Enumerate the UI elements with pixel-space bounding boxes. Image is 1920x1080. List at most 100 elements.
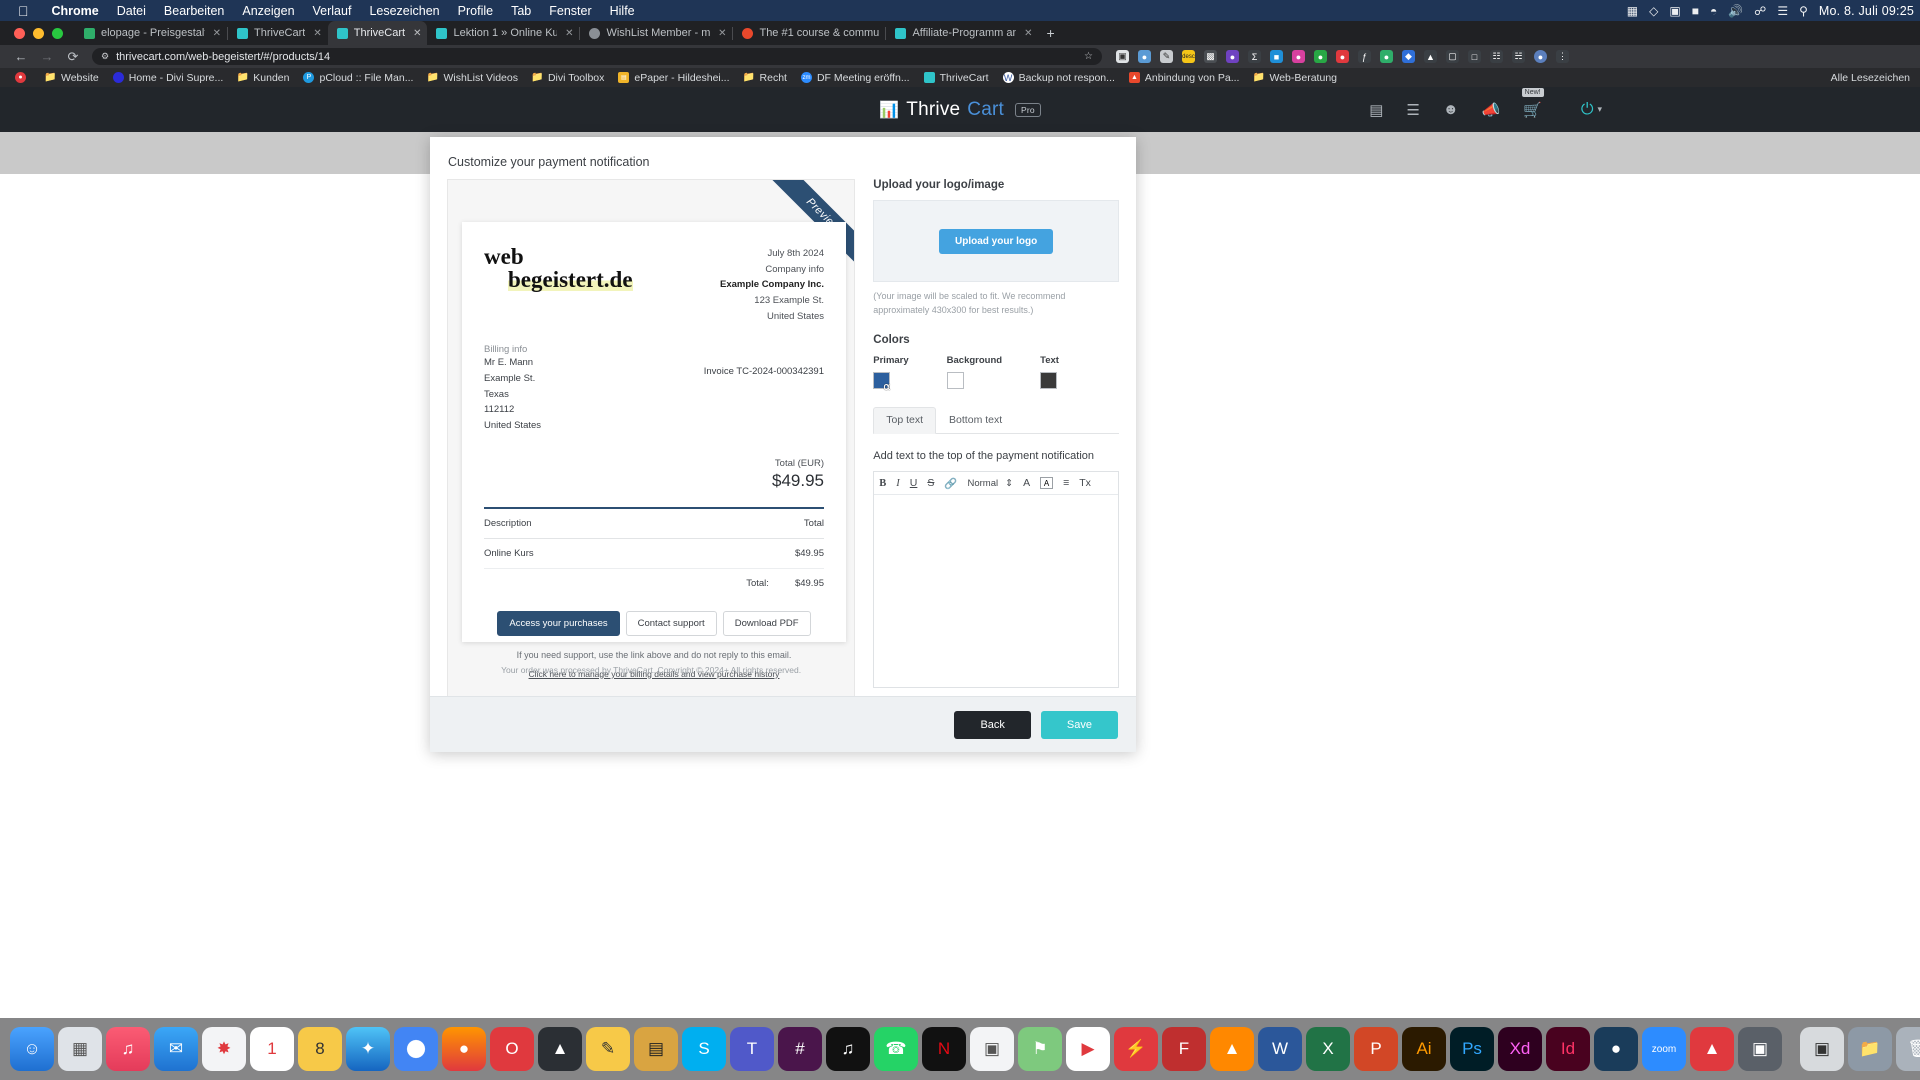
tab-bottom-text[interactable]: Bottom text xyxy=(936,407,1015,433)
menu-item-tab[interactable]: Tab xyxy=(502,4,540,18)
extension-icon-9[interactable]: ● xyxy=(1336,50,1349,63)
user-icon[interactable]: ☻ xyxy=(1443,101,1459,118)
menu-bar-clock[interactable]: Mo. 8. Juli 09:25 xyxy=(1819,4,1914,18)
extension-icon-12[interactable]: ◆ xyxy=(1402,50,1415,63)
bookmark-item[interactable]: 📁 Divi Toolbox xyxy=(525,72,611,84)
menu-item-lesezeichen[interactable]: Lesezeichen xyxy=(360,4,448,18)
browser-tab[interactable]: WishList Member - members ✕ xyxy=(580,21,732,45)
menu-item-hilfe[interactable]: Hilfe xyxy=(601,4,644,18)
bookmark-item[interactable]: 📁 Web-Beratung xyxy=(1246,72,1344,84)
underline-icon[interactable]: U xyxy=(910,477,918,489)
chrome-icon[interactable]: ● xyxy=(394,1027,438,1071)
filezilla-icon[interactable]: F xyxy=(1162,1027,1206,1071)
forward-button[interactable]: → xyxy=(34,49,60,64)
reload-button[interactable]: ⟳ xyxy=(60,49,86,65)
upload-logo-button[interactable]: Upload your logo xyxy=(939,228,1054,254)
extension-icon-6[interactable]: ■ xyxy=(1270,50,1283,63)
bookmark-item[interactable]: zm DF Meeting eröffn... xyxy=(794,72,917,84)
upload-dropzone[interactable]: Upload your logo xyxy=(873,200,1119,282)
firefox-icon[interactable]: ● xyxy=(442,1027,486,1071)
profile-avatar-icon[interactable]: ● xyxy=(1534,50,1547,63)
bookmark-item[interactable]: ▤ ePaper - Hildeshei... xyxy=(611,72,736,84)
extension-icon-11[interactable]: ● xyxy=(1380,50,1393,63)
extensions-puzzle-icon[interactable]: ☵ xyxy=(1512,50,1525,63)
site-settings-icon[interactable]: ⚙ xyxy=(101,51,109,62)
music-icon[interactable]: ♫ xyxy=(106,1027,150,1071)
bookmark-item[interactable]: Home - Divi Supre... xyxy=(106,72,231,84)
extension-icon-2[interactable]: ● xyxy=(1138,50,1151,63)
menu-item-profile[interactable]: Profile xyxy=(449,4,502,18)
display-icon[interactable]: ▣ xyxy=(1738,1027,1782,1071)
tab-close-icon[interactable]: ✕ xyxy=(716,28,726,39)
maps-icon[interactable]: ⚑ xyxy=(1018,1027,1062,1071)
extension-icon-13[interactable]: ▲ xyxy=(1424,50,1437,63)
control-center-icon[interactable]: ☰ xyxy=(1777,4,1788,18)
word-icon[interactable]: W xyxy=(1258,1027,1302,1071)
extension-icon-10[interactable]: ƒ xyxy=(1358,50,1371,63)
format-select[interactable]: Normal ⇕ xyxy=(967,478,1013,489)
volume-icon[interactable]: 🔊 xyxy=(1728,4,1743,18)
illustrator-icon[interactable]: Ai xyxy=(1402,1027,1446,1071)
chrome-menu-icon[interactable]: ⋮ xyxy=(1556,50,1569,63)
align-icon[interactable]: ≡ xyxy=(1063,477,1069,489)
list-icon[interactable]: ☰ xyxy=(1406,101,1419,119)
folder-stack-icon[interactable]: 📁 xyxy=(1848,1027,1892,1071)
browser-tab[interactable]: The #1 course & community xyxy=(733,21,885,45)
preview-icon[interactable]: ▣ xyxy=(970,1027,1014,1071)
opera-icon[interactable]: O xyxy=(490,1027,534,1071)
all-bookmarks-button[interactable]: Alle Lesezeichen xyxy=(1831,72,1910,84)
battery-icon[interactable]: ■ xyxy=(1692,4,1699,18)
apple-logo-icon[interactable]:  xyxy=(18,4,29,18)
bookmark-item[interactable]: ThriveCart xyxy=(917,72,996,84)
desc-icon[interactable]: desc xyxy=(1182,50,1195,63)
xd-icon[interactable]: Xd xyxy=(1498,1027,1542,1071)
link-icon[interactable]: 🔗 xyxy=(944,477,957,490)
access-purchases-button[interactable]: Access your purchases xyxy=(497,610,620,636)
bookmark-item[interactable]: P pCloud :: File Man... xyxy=(296,72,420,84)
maximize-window-button[interactable] xyxy=(52,28,63,39)
editor-textarea[interactable] xyxy=(874,494,1118,687)
menu-item-datei[interactable]: Datei xyxy=(108,4,155,18)
netflix-icon[interactable]: N xyxy=(922,1027,966,1071)
terminal-icon[interactable]: ▤ xyxy=(634,1027,678,1071)
spark-icon[interactable]: ⚡ xyxy=(1114,1027,1158,1071)
save-button[interactable]: Save xyxy=(1040,710,1118,739)
menu-item-chrome[interactable]: Chrome xyxy=(43,4,108,18)
columns-icon[interactable]: ▤ xyxy=(1369,101,1383,119)
trash-icon[interactable]: 🗑 xyxy=(1896,1027,1920,1071)
brave-icon[interactable]: ▲ xyxy=(538,1027,582,1071)
extension-icon-1[interactable]: ▣ xyxy=(1116,50,1129,63)
browser-tab[interactable]: elopage - Preisgestaltung für ✕ xyxy=(75,21,227,45)
extension-icon-8[interactable]: ● xyxy=(1314,50,1327,63)
vlc-icon[interactable]: ▲ xyxy=(1210,1027,1254,1071)
close-window-button[interactable] xyxy=(14,28,25,39)
zoom-dock-icon[interactable]: zoom xyxy=(1642,1027,1686,1071)
tab-close-icon[interactable]: ✕ xyxy=(311,28,321,39)
finder-icon[interactable]: ☺ xyxy=(10,1027,54,1071)
notes-icon[interactable]: ✎ xyxy=(586,1027,630,1071)
minimize-window-button[interactable] xyxy=(33,28,44,39)
primary-color-swatch[interactable]: ⍺ xyxy=(873,371,891,393)
bookmark-star-icon[interactable]: ☆ xyxy=(1084,51,1093,62)
search-icon[interactable]: ⚲ xyxy=(1799,4,1808,18)
tab-close-icon[interactable]: ✕ xyxy=(211,28,221,39)
tab-top-text[interactable]: Top text xyxy=(873,406,937,434)
bookmark-item[interactable]: 📁 Kunden xyxy=(230,72,296,84)
tab-close-icon[interactable]: ✕ xyxy=(563,28,573,39)
bookmark-item[interactable]: ▲ Anbindung von Pa... xyxy=(1122,72,1247,84)
contact-support-button[interactable]: Contact support xyxy=(625,610,717,636)
text-color-swatch[interactable] xyxy=(1040,371,1058,389)
bookmark-item[interactable]: W Backup not respon... xyxy=(996,72,1122,84)
whatsapp-icon[interactable]: ☎ xyxy=(874,1027,918,1071)
grid-icon[interactable]: ▦ xyxy=(1627,4,1638,18)
extension-icon-7[interactable]: ● xyxy=(1292,50,1305,63)
launchpad-icon[interactable]: ▦ xyxy=(58,1027,102,1071)
clear-format-icon[interactable]: Tx xyxy=(1079,477,1091,489)
tab-close-icon[interactable]: ✕ xyxy=(1022,28,1032,39)
powerpoint-icon[interactable]: P xyxy=(1354,1027,1398,1071)
skype-icon[interactable]: S xyxy=(682,1027,726,1071)
menu-item-bearbeiten[interactable]: Bearbeiten xyxy=(155,4,233,18)
back-button[interactable]: Back xyxy=(954,710,1031,739)
parallels-icon[interactable]: ▲ xyxy=(1690,1027,1734,1071)
strikethrough-icon[interactable]: S xyxy=(927,477,934,489)
